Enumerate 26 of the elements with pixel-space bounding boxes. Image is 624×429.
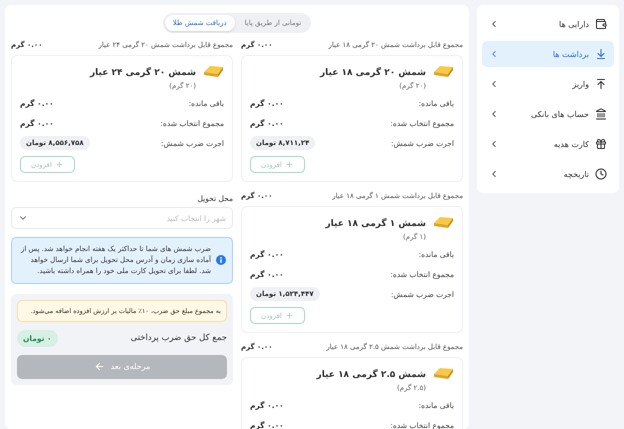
sidebar-item[interactable]: برداشت ها [482,41,614,67]
sidebar-item[interactable]: کارت هدیه [482,131,614,157]
sidebar-item[interactable]: دارایی ها [482,11,614,37]
sidebar-item[interactable]: حساب های بانکی [482,101,614,127]
product-title: شمش ۲۰ گرمی ۱۸ عیار [320,68,426,78]
ingot-icon [432,366,454,380]
arrow-left-icon [94,361,105,372]
info-icon [216,255,226,266]
product-title: شمش ۱ گرمی ۱۸ عیار [325,219,426,229]
wallet-icon [595,18,607,30]
gift-icon [595,138,607,150]
plus-icon [284,160,294,169]
sidebar-item[interactable]: تاریخچه [482,161,614,187]
plus-icon [54,160,64,169]
plus-icon [284,311,294,320]
product-title: شمش ۲۰ گرمی ۲۴ عیار [90,68,196,78]
download-icon [595,48,607,60]
ingot-icon [202,64,224,78]
sidebar-item[interactable]: واریز [482,71,614,97]
upload-icon [595,78,607,90]
bank-icon [595,108,607,120]
ingot-icon [432,215,454,229]
clock-icon [595,168,607,180]
ingot-icon [432,64,454,78]
total-label: جمع کل حق ضرب پرداختی [130,333,227,344]
product-title: شمش ۲.۵ گرمی ۱۸ عیار [316,370,426,380]
